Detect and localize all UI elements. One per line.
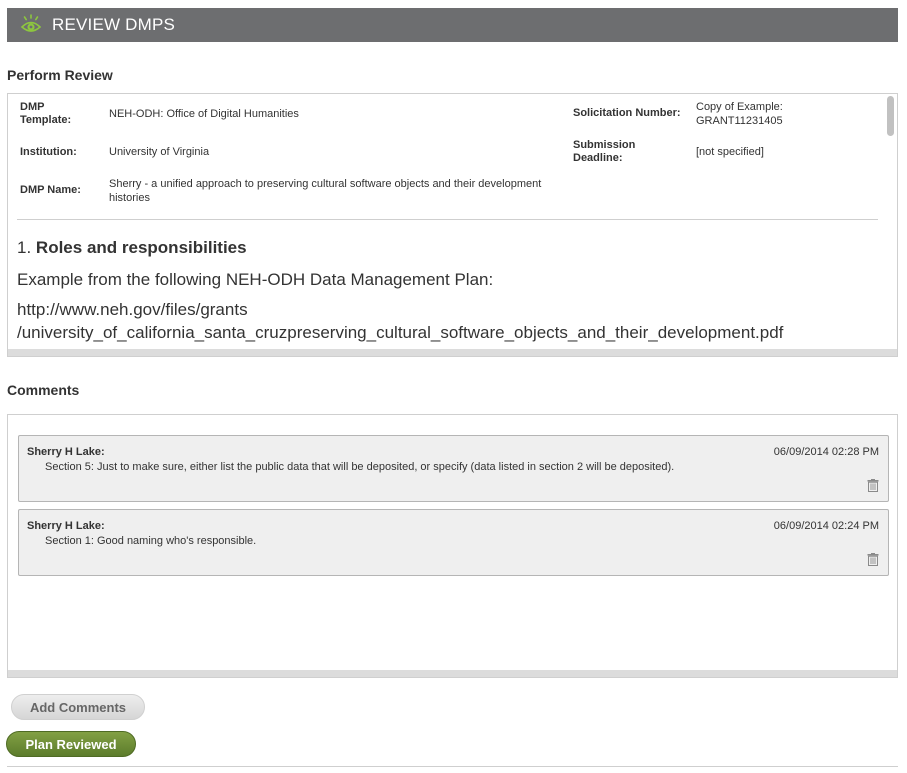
dmp-template-value: NEH-ODH: Office of Digital Humanities — [109, 108, 299, 120]
trash-icon[interactable] — [867, 479, 879, 493]
review-panel: DMP Template: NEH-ODH: Office of Digital… — [7, 93, 898, 357]
institution-label: Institution: — [20, 146, 77, 158]
comment-date: 06/09/2014 02:24 PM — [773, 520, 879, 532]
comment-text: Section 1: Good naming who's responsible… — [45, 535, 257, 547]
page-title: REVIEW DMPS — [52, 15, 176, 34]
comments-panel-footer — [8, 670, 897, 677]
question-text: Example from the following NEH-ODH Data … — [17, 270, 494, 289]
solicitation-number-value: Copy of Example: GRANT11231405 — [696, 101, 783, 127]
comment-text: Section 5: Just to make sure, either lis… — [45, 461, 675, 473]
add-comments-button[interactable]: Add Comments — [11, 694, 145, 720]
example-link-line2: /university_of_california_santa_cruzpres… — [17, 323, 784, 342]
bottom-divider — [7, 766, 898, 767]
page-header: REVIEW DMPS — [7, 8, 898, 42]
submission-deadline-label: Submission Deadline: — [573, 139, 636, 164]
comment-author: Sherry H Lake: — [27, 446, 105, 458]
dmp-name-value: Sherry - a unified approach to preservin… — [109, 178, 542, 204]
review-panel-footer — [8, 349, 897, 356]
review-scrollbar-thumb[interactable] — [887, 96, 894, 136]
comment-item: Sherry H Lake: 06/09/2014 02:28 PM Secti… — [18, 435, 889, 502]
comments-panel: Sherry H Lake: 06/09/2014 02:28 PM Secti… — [7, 414, 898, 678]
question-heading: 1. Roles and responsibilities — [17, 238, 247, 258]
solicitation-number-label: Solicitation Number: — [573, 107, 681, 119]
question-number: 1. — [17, 238, 32, 257]
comments-heading: Comments — [7, 382, 80, 398]
review-scrollbar[interactable] — [886, 95, 896, 342]
dmp-name-label: DMP Name: — [20, 184, 81, 196]
submission-deadline-value: [not specified] — [696, 146, 764, 158]
plan-reviewed-button[interactable]: Plan Reviewed — [6, 731, 136, 757]
institution-value: University of Virginia — [109, 146, 210, 158]
comment-date: 06/09/2014 02:28 PM — [773, 446, 879, 458]
perform-review-heading: Perform Review — [7, 67, 113, 83]
dmp-template-label: DMP Template: — [20, 101, 72, 126]
comment-item: Sherry H Lake: 06/09/2014 02:24 PM Secti… — [18, 509, 889, 576]
trash-icon[interactable] — [867, 553, 879, 567]
comment-author: Sherry H Lake: — [27, 520, 105, 532]
example-link-line1: http://www.neh.gov/files/grants — [17, 300, 248, 319]
eye-icon — [20, 14, 42, 36]
meta-divider — [17, 219, 878, 220]
question-title: Roles and responsibilities — [35, 238, 247, 257]
